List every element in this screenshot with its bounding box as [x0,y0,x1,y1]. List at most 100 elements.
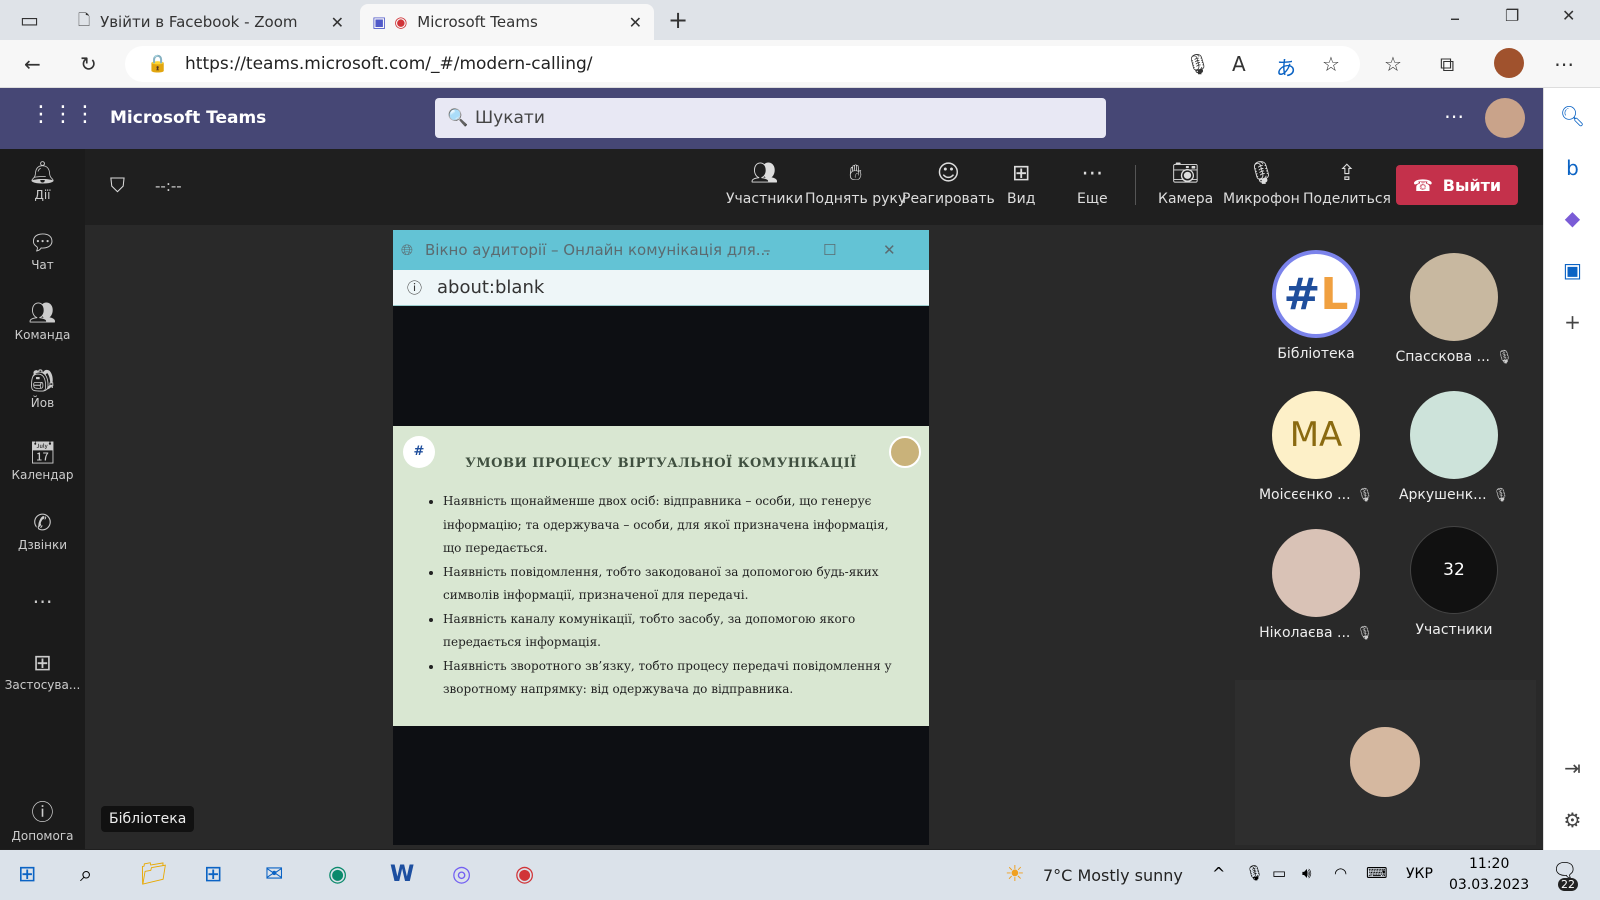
weather-icon[interactable]: ☀ [1005,862,1025,887]
bing-icon[interactable]: b [1544,156,1600,180]
rail-more-icon[interactable]: ⋯ [0,589,85,613]
participants-overflow[interactable]: 32 Участники [1389,526,1519,638]
shared-window-url: ⓘ about:blank [393,270,929,306]
teams-icon: ▣ [372,13,387,31]
back-icon[interactable]: ← [24,52,41,76]
hang-up-icon: ☎ [1412,175,1433,195]
windows-start-icon[interactable]: ⊞ [18,862,36,887]
settings-icon[interactable]: ⚙ [1544,808,1600,832]
profile-avatar[interactable] [1494,48,1524,78]
collections-icon[interactable]: ⧉ [1440,52,1454,76]
favorites-icon[interactable]: ☆ [1384,52,1402,76]
wifi-icon[interactable]: ◠ [1334,864,1347,882]
app-launcher-icon[interactable]: ⋮⋮⋮ [30,102,96,127]
clock-time[interactable]: 11:20 [1469,856,1509,872]
participants-button[interactable]: 👥︎ Участники [726,161,803,207]
favorite-add-icon[interactable]: ☆ [1322,52,1340,76]
edge-icon[interactable]: ◉ [328,862,347,887]
rail-item-calendar[interactable]: 📅︎ Календар [0,441,85,482]
restore-icon[interactable]: ❐ [1505,6,1519,25]
search-icon[interactable]: ⌕ [80,862,92,887]
app-title: Microsoft Teams [110,108,267,128]
mail-icon[interactable]: ✉ [265,862,283,887]
browser-tab[interactable]: 🗋 Увійти в Facebook - Zoom ✕ [66,4,356,40]
minimize-icon[interactable]: – [1450,6,1460,30]
tray-chevron-icon[interactable]: ^ [1212,864,1225,883]
weather-text[interactable]: 7°C Mostly sunny [1043,866,1183,885]
mic-icon[interactable]: 🎙 [1185,52,1210,76]
address-bar: ← ↻ 🔒 https://teams.microsoft.com/_#/mode… [0,40,1600,88]
maximize-icon: ☐ [823,241,837,259]
rail-item-apps[interactable]: ⊞ Застосува... [0,651,85,692]
office-icon[interactable]: ◆ [1544,206,1600,230]
mic-icon[interactable]: 🎙︎ [1245,864,1264,882]
participant-tile[interactable]: MA Моісєєнко ... 🎙︎ [1251,391,1381,503]
rail-item-assignments[interactable]: 🎒︎ Йов [0,369,85,410]
more-icon: ⋯ [1081,161,1104,186]
sidebar-toggle-icon[interactable]: ▭ [20,8,39,32]
rail-item-help[interactable]: ⓘ Допомога [0,795,85,843]
bell-icon: 🔔︎ [28,161,57,186]
meeting-timer: --:-- [155,177,182,195]
store-icon[interactable]: ⊞ [204,862,222,887]
camera-off-icon: 📷︎ [1171,161,1200,186]
file-explorer-icon[interactable]: 📁︎ [140,862,168,887]
meeting-toolbar: ⛉ --:-- 👥︎ Участники ✋︎ Поднять руку ☺ Реаг… [85,149,1543,225]
search-icon[interactable]: 🔍︎ [1544,104,1600,128]
battery-icon[interactable]: ▭ [1272,864,1286,882]
chrome-icon[interactable]: ◉ [515,862,534,887]
new-tab-icon[interactable]: + [668,6,688,34]
volume-icon[interactable]: 🔊︎ [1302,864,1311,882]
participant-tile[interactable]: Спасскова ... 🎙︎ [1389,253,1519,365]
microphone-button[interactable]: 🎙︎ Микрофон [1223,161,1300,207]
shared-window-title: Вікно аудиторії – Онлайн комунікація для… [425,241,771,259]
view-button[interactable]: ⊞ Вид [1007,161,1035,207]
people-icon: 👥︎ [750,161,779,186]
user-avatar[interactable] [1485,98,1525,138]
participant-tile[interactable]: # L Бібліотека [1251,250,1381,362]
rail-label: Допомога [11,829,74,843]
participants-label: Участники [1415,622,1493,638]
rail-item-chat[interactable]: 💬︎ Чат [0,231,85,272]
participant-tile[interactable]: Аркушенк... 🎙︎ [1389,391,1519,503]
more-icon[interactable]: ⋯ [1554,52,1574,76]
more-button[interactable]: ⋯ Еще [1077,161,1108,207]
close-tab-icon[interactable]: ✕ [331,13,344,32]
slide: # УМОВИ ПРОЦЕСУ ВІРТУАЛЬНОЇ КОМУНІКАЦІЇ … [393,426,929,726]
shared-screen: 🌐︎ Вікно аудиторії – Онлайн комунікація … [393,230,929,845]
slide-bullet: Наявність зворотного зв’язку, тобто проц… [443,655,893,702]
raise-hand-button[interactable]: ✋︎ Поднять руку [805,161,906,207]
keyboard-icon[interactable]: ⌨ [1366,864,1388,882]
language-indicator[interactable]: УКР [1406,866,1433,882]
avatar-initials: MA [1272,391,1360,479]
leave-button[interactable]: ☎ Выйти [1396,165,1518,205]
slide-bullet: Наявність каналу комунікації, тобто засо… [443,608,893,655]
translate-icon[interactable]: あ [1276,52,1296,81]
read-aloud-icon[interactable]: A [1232,52,1246,76]
browser-tab-active[interactable]: ▣ ◉ Microsoft Teams ✕ [360,4,654,40]
slide-title: УМОВИ ПРОЦЕСУ ВІРТУАЛЬНОЇ КОМУНІКАЦІЇ [465,456,857,471]
clock-date[interactable]: 03.03.2023 [1449,877,1529,893]
outlook-icon[interactable]: ▣ [1544,258,1600,282]
share-button[interactable]: ⇪ Поделиться [1303,161,1391,207]
word-icon[interactable]: W [390,862,414,887]
camera-button[interactable]: 📷︎ Камера [1158,161,1213,207]
rail-item-activity[interactable]: 🔔︎ Дії [0,161,85,202]
button-label: Микрофон [1223,191,1300,207]
search-input[interactable]: 🔍 Шукати [435,98,1106,138]
viber-icon[interactable]: ◎ [452,862,471,887]
react-button[interactable]: ☺ Реагировать [902,161,995,207]
more-icon[interactable]: ⋯ [1444,104,1464,128]
rail-item-teams[interactable]: 👥︎ Команда [0,301,85,342]
close-tab-icon[interactable]: ✕ [629,13,642,32]
close-window-icon[interactable]: ✕ [1562,6,1575,25]
edge-sidebar: 🔍︎ b ◆ ▣ + ⇥ ⚙ [1543,88,1600,850]
participant-tile[interactable]: Ніколаєва ... 🎙︎ [1251,529,1381,641]
url-field[interactable]: 🔒 https://teams.microsoft.com/_#/modern-c… [125,46,1360,82]
add-icon[interactable]: + [1544,310,1600,334]
reload-icon[interactable]: ↻ [80,52,97,76]
notification-count: 22 [1558,878,1578,891]
hide-sidebar-icon[interactable]: ⇥ [1544,756,1600,780]
rail-label: Дії [34,188,51,202]
rail-item-calls[interactable]: ✆ Дзвінки [0,511,85,552]
